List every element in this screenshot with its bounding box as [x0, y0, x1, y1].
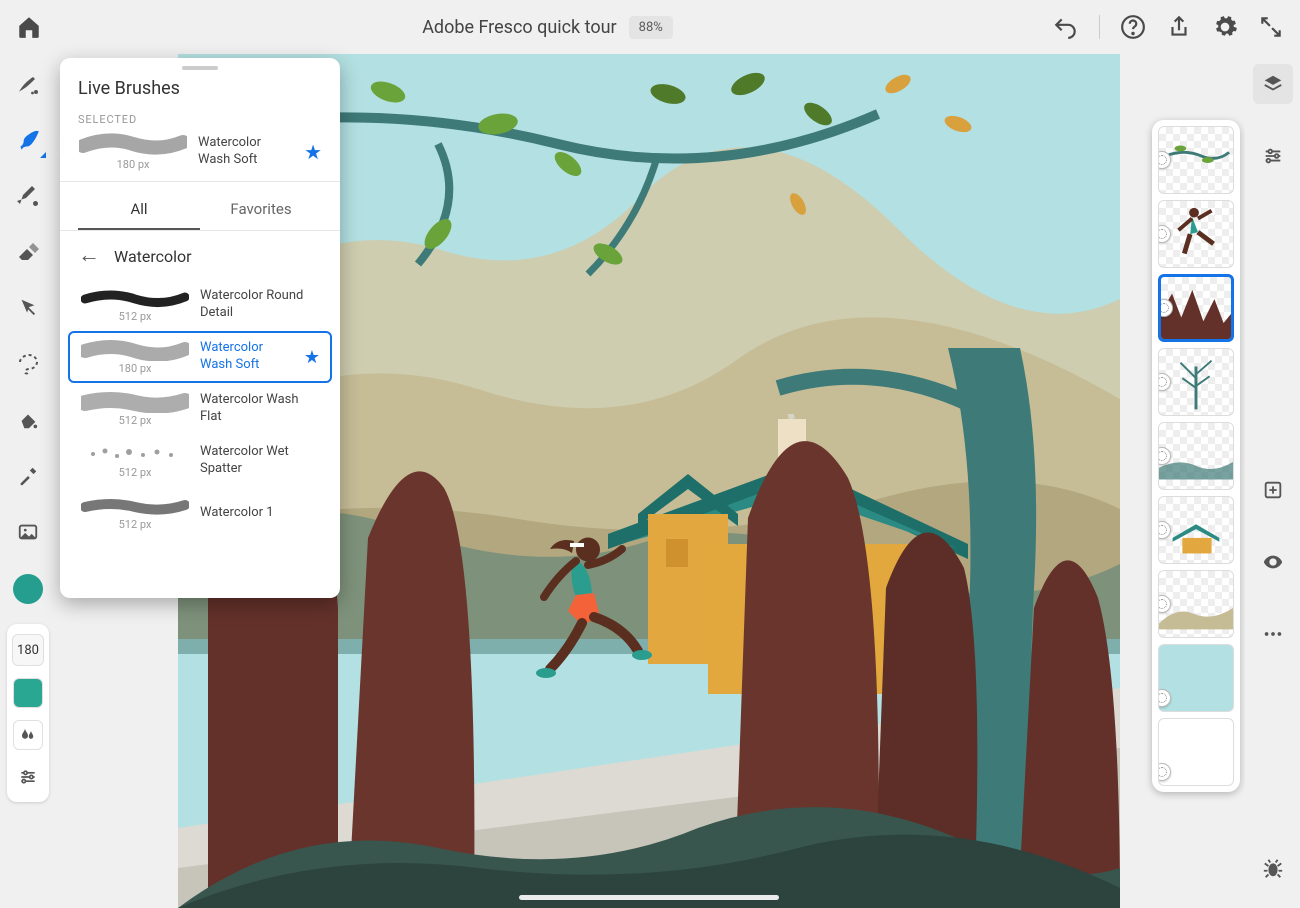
share-icon[interactable]	[1166, 14, 1192, 40]
brush-settings-panel: 180	[7, 624, 49, 802]
layer-thumbnail[interactable]	[1158, 274, 1234, 342]
eyedropper-tool[interactable]	[14, 462, 42, 490]
top-bar: Adobe Fresco quick tour 88%	[0, 0, 1300, 54]
lasso-tool[interactable]	[14, 350, 42, 378]
move-tool[interactable]	[14, 294, 42, 322]
layer-properties-icon[interactable]	[1253, 136, 1293, 176]
home-icon[interactable]	[16, 14, 42, 40]
selected-brush-name: Watercolor Wash Soft	[198, 135, 294, 169]
popover-grip[interactable]	[182, 66, 218, 70]
layer-thumbnail[interactable]	[1158, 200, 1234, 268]
selected-brush-preview	[79, 132, 187, 156]
category-name: Watercolor	[114, 247, 192, 266]
live-brush-tool[interactable]	[14, 126, 42, 154]
bug-icon[interactable]	[1253, 848, 1293, 888]
layer-thumbnail[interactable]	[1158, 422, 1234, 490]
layer-thumbnail[interactable]	[1158, 644, 1234, 712]
layer-thumbnail[interactable]	[1158, 348, 1234, 416]
layer-thumbnail[interactable]	[1158, 496, 1234, 564]
add-layer-icon[interactable]	[1253, 470, 1293, 510]
back-icon[interactable]: ←	[78, 245, 100, 267]
brush-item[interactable]: 512 px Watercolor Wash Flat	[68, 383, 332, 435]
pixel-brush-tool[interactable]	[14, 70, 42, 98]
brush-item[interactable]: 512 px Watercolor 1	[68, 487, 332, 539]
more-icon[interactable]	[1253, 614, 1293, 654]
brush-popover: Live Brushes SELECTED 180 px Watercolor …	[60, 58, 340, 598]
home-indicator	[519, 895, 779, 900]
layers-icon[interactable]	[1253, 64, 1293, 104]
fill-tool[interactable]	[14, 406, 42, 434]
image-tool[interactable]	[14, 518, 42, 546]
brush-color-chip[interactable]	[13, 678, 43, 708]
vector-brush-tool[interactable]	[14, 182, 42, 210]
fullscreen-icon[interactable]	[1258, 14, 1284, 40]
brush-list: 512 px Watercolor Round Detail 180 px Wa…	[60, 275, 340, 598]
gear-icon[interactable]	[1212, 14, 1238, 40]
brush-item[interactable]: 512 px Watercolor Wet Spatter	[68, 435, 332, 487]
layer-thumbnail[interactable]	[1158, 570, 1234, 638]
tool-bar: 180	[0, 54, 56, 908]
separator	[1099, 15, 1100, 39]
layer-thumbnail[interactable]	[1158, 126, 1234, 194]
brush-item[interactable]: 180 px Watercolor Wash Soft ★	[68, 331, 332, 383]
selected-brush-size: 180 px	[117, 158, 150, 171]
star-icon[interactable]: ★	[304, 140, 322, 164]
eraser-tool[interactable]	[14, 238, 42, 266]
brush-sliders-button[interactable]	[13, 762, 43, 792]
layers-panel	[1152, 120, 1240, 792]
visibility-icon[interactable]	[1253, 542, 1293, 582]
layer-thumbnail[interactable]	[1158, 718, 1234, 786]
right-rail	[1245, 54, 1300, 908]
undo-icon[interactable]	[1053, 14, 1079, 40]
tab-favorites[interactable]: Favorites	[200, 192, 322, 230]
tab-all[interactable]: All	[78, 192, 200, 230]
document-title[interactable]: Adobe Fresco quick tour	[422, 17, 616, 38]
help-icon[interactable]	[1120, 14, 1146, 40]
zoom-level[interactable]: 88%	[629, 16, 673, 39]
brush-size-input[interactable]: 180	[12, 634, 44, 666]
brush-item[interactable]: 512 px Watercolor Round Detail	[68, 279, 332, 331]
popover-title: Live Brushes	[60, 76, 340, 113]
selected-label: SELECTED	[78, 113, 322, 126]
color-swatch[interactable]	[13, 574, 43, 604]
water-flow-button[interactable]	[13, 720, 43, 750]
star-icon[interactable]: ★	[304, 347, 320, 368]
